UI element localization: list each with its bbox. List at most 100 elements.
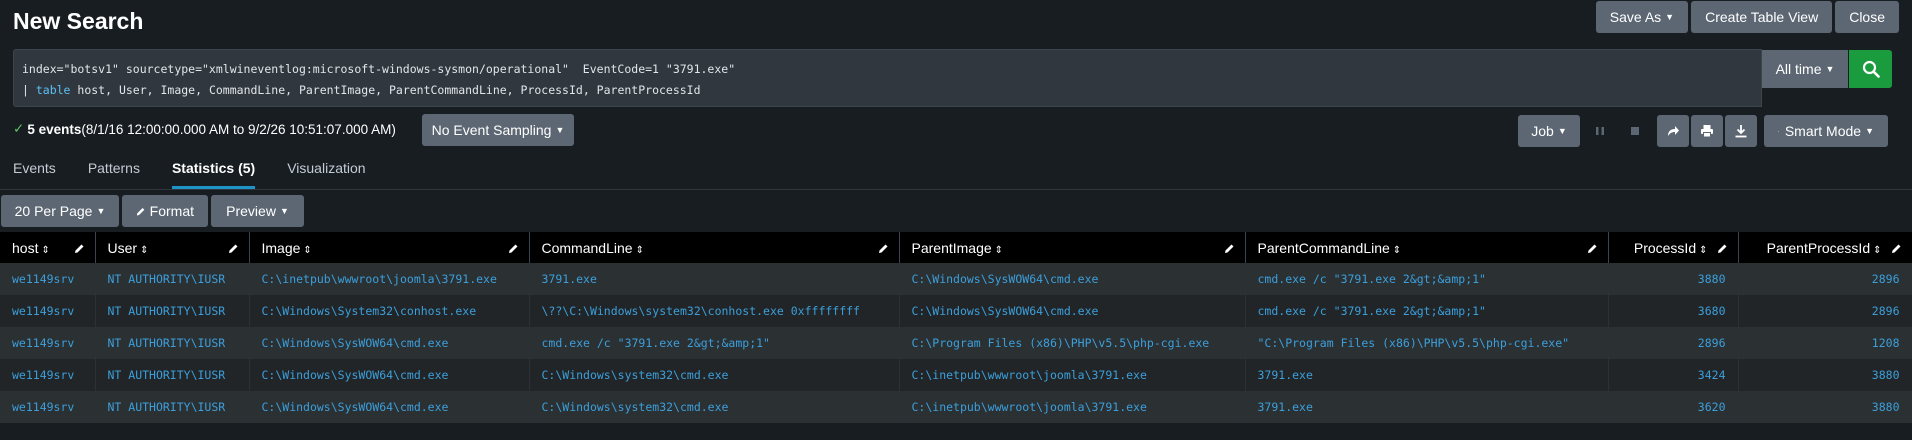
- table-cell-host[interactable]: we1149srv: [0, 391, 96, 423]
- print-button[interactable]: [1691, 115, 1723, 147]
- preview-dropdown[interactable]: Preview ▼: [211, 195, 304, 227]
- table-cell-parentprocessid[interactable]: 3880: [1738, 359, 1912, 391]
- pencil-icon[interactable]: [1224, 241, 1235, 257]
- export-button[interactable]: [1725, 115, 1757, 147]
- tab-visualization[interactable]: Visualization: [287, 160, 365, 189]
- table-cell-user[interactable]: NT AUTHORITY\IUSR: [95, 263, 250, 295]
- sort-icon[interactable]: ⇕: [1873, 245, 1881, 256]
- time-range-picker[interactable]: All time ▼: [1762, 50, 1848, 88]
- search-input[interactable]: index="botsv1" sourcetype="xmlwineventlo…: [13, 49, 1762, 107]
- tab-patterns[interactable]: Patterns: [88, 160, 140, 189]
- column-header-parentimage[interactable]: ParentImage ⇕: [899, 232, 1246, 263]
- tab-events[interactable]: Events: [13, 160, 56, 189]
- sort-icon[interactable]: ⇕: [140, 245, 148, 256]
- table-cell-processid[interactable]: 3620: [1608, 391, 1739, 423]
- table-cell-user[interactable]: NT AUTHORITY\IUSR: [95, 359, 250, 391]
- table-cell-processid[interactable]: 3424: [1608, 359, 1739, 391]
- column-header-label: User: [107, 239, 138, 256]
- table-cell-parentimage[interactable]: C:\inetpub\wwwroot\joomla\3791.exe: [899, 391, 1246, 423]
- column-header-host[interactable]: host ⇕: [0, 232, 96, 263]
- table-cell-parentprocessid[interactable]: 3880: [1738, 391, 1912, 423]
- table-cell-image[interactable]: C:\Windows\SysWOW64\cmd.exe: [249, 391, 530, 423]
- event-sampling-dropdown[interactable]: No Event Sampling ▼: [422, 114, 574, 146]
- search-pipe: |: [22, 83, 36, 97]
- table-cell-parentcommandline[interactable]: 3791.exe: [1245, 359, 1609, 391]
- format-button[interactable]: Format: [122, 195, 208, 227]
- pencil-icon[interactable]: [508, 241, 519, 257]
- column-header-label: ParentCommandLine: [1257, 239, 1390, 256]
- table-cell-host[interactable]: we1149srv: [0, 327, 96, 359]
- column-header-commandline[interactable]: CommandLine ⇕: [529, 232, 900, 263]
- per-page-dropdown[interactable]: 20 Per Page ▼: [1, 195, 119, 227]
- job-label: Job: [1531, 123, 1554, 139]
- share-icon: [1668, 126, 1679, 136]
- table-cell-processid[interactable]: 3880: [1608, 263, 1739, 295]
- search-icon: [1862, 60, 1880, 78]
- column-header-processid[interactable]: ProcessId ⇕: [1608, 232, 1739, 263]
- preview-label: Preview: [226, 203, 276, 219]
- pencil-icon[interactable]: [228, 241, 239, 257]
- table-cell-user[interactable]: NT AUTHORITY\IUSR: [95, 295, 250, 327]
- table-cell-user[interactable]: NT AUTHORITY\IUSR: [95, 327, 250, 359]
- search-command-args: host, User, Image, CommandLine, ParentIm…: [70, 83, 701, 97]
- table-cell-commandline[interactable]: C:\Windows\system32\cmd.exe: [529, 359, 900, 391]
- table-cell-parentimage[interactable]: C:\Windows\SysWOW64\cmd.exe: [899, 295, 1246, 327]
- column-header-image[interactable]: Image ⇕: [249, 232, 530, 263]
- pencil-icon[interactable]: [74, 241, 85, 257]
- table-cell-parentimage[interactable]: C:\Program Files (x86)\PHP\v5.5\php-cgi.…: [899, 327, 1246, 359]
- pencil-icon[interactable]: [1891, 241, 1902, 257]
- table-cell-image[interactable]: C:\Windows\System32\conhost.exe: [249, 295, 530, 327]
- table-cell-parentprocessid[interactable]: 2896: [1738, 295, 1912, 327]
- pause-button[interactable]: [1584, 115, 1616, 147]
- table-cell-processid[interactable]: 3680: [1608, 295, 1739, 327]
- search-mode-dropdown[interactable]: Smart Mode ▼: [1764, 115, 1888, 147]
- column-header-parentcommandline[interactable]: ParentCommandLine ⇕: [1245, 232, 1609, 263]
- format-label: Format: [149, 203, 194, 219]
- table-cell-commandline[interactable]: \??\C:\Windows\system32\conhost.exe 0xff…: [529, 295, 900, 327]
- pencil-icon[interactable]: [1717, 241, 1728, 257]
- table-cell-host[interactable]: we1149srv: [0, 263, 96, 295]
- save-as-button[interactable]: Save As ▼: [1595, 1, 1689, 33]
- table-cell-parentprocessid[interactable]: 1208: [1738, 327, 1912, 359]
- table-row: we1149srv NT AUTHORITY\IUSR C:\Windows\Sys…: [0, 359, 1912, 391]
- tab-statistics[interactable]: Statistics (5): [171, 160, 256, 189]
- table-cell-commandline[interactable]: 3791.exe: [529, 263, 900, 295]
- table-cell-parentcommandline[interactable]: cmd.exe /c "3791.exe 2&gt;&amp;1": [1245, 295, 1609, 327]
- sort-icon[interactable]: ⇕: [1393, 245, 1401, 256]
- table-cell-parentimage[interactable]: C:\Windows\SysWOW64\cmd.exe: [899, 263, 1246, 295]
- sort-icon[interactable]: ⇕: [636, 245, 644, 256]
- table-cell-image[interactable]: C:\Windows\SysWOW64\cmd.exe: [249, 359, 530, 391]
- table-cell-image[interactable]: C:\inetpub\wwwroot\joomla\3791.exe: [249, 263, 530, 295]
- table-cell-parentcommandline[interactable]: 3791.exe: [1245, 391, 1609, 423]
- search-mode-label: Smart Mode: [1784, 123, 1862, 139]
- create-table-view-button[interactable]: Create Table View: [1691, 1, 1833, 33]
- table-cell-commandline[interactable]: cmd.exe /c "3791.exe 2&gt;&amp;1": [529, 327, 900, 359]
- close-button[interactable]: Close: [1835, 1, 1899, 33]
- table-cell-host[interactable]: we1149srv: [0, 359, 96, 391]
- column-header-user[interactable]: User ⇕: [95, 232, 250, 263]
- job-menu-button[interactable]: Job ▼: [1518, 115, 1580, 147]
- table-cell-host[interactable]: we1149srv: [0, 295, 96, 327]
- table-cell-user[interactable]: NT AUTHORITY\IUSR: [95, 391, 250, 423]
- time-range-label: All time: [1775, 61, 1822, 77]
- pencil-icon[interactable]: [878, 241, 889, 257]
- caret-down-icon: ▼: [1557, 126, 1567, 136]
- column-header-parentprocessid[interactable]: ParentProcessId ⇕: [1738, 232, 1912, 263]
- sort-icon[interactable]: ⇕: [995, 245, 1003, 256]
- sort-icon[interactable]: ⇕: [1699, 245, 1707, 256]
- table-cell-parentprocessid[interactable]: 2896: [1738, 263, 1912, 295]
- table-cell-parentcommandline[interactable]: cmd.exe /c "3791.exe 2&gt;&amp;1": [1245, 263, 1609, 295]
- table-cell-processid[interactable]: 2896: [1608, 327, 1739, 359]
- search-button[interactable]: [1849, 50, 1892, 88]
- share-button[interactable]: [1657, 115, 1689, 147]
- table-cell-parentimage[interactable]: C:\inetpub\wwwroot\joomla\3791.exe: [899, 359, 1246, 391]
- sort-icon[interactable]: ⇕: [41, 245, 49, 256]
- sort-icon[interactable]: ⇕: [303, 245, 311, 256]
- table-cell-image[interactable]: C:\Windows\SysWOW64\cmd.exe: [249, 327, 530, 359]
- pencil-icon[interactable]: [1587, 241, 1598, 257]
- stop-button[interactable]: [1619, 115, 1651, 147]
- table-controls: 20 Per Page ▼ Format Preview ▼: [1, 195, 304, 227]
- table-body: we1149srv NT AUTHORITY\IUSR C:\inetpub\www…: [0, 263, 1912, 423]
- table-cell-parentcommandline[interactable]: "C:\Program Files (x86)\PHP\v5.5\php-cgi…: [1245, 327, 1609, 359]
- table-cell-commandline[interactable]: C:\Windows\system32\cmd.exe: [529, 391, 900, 423]
